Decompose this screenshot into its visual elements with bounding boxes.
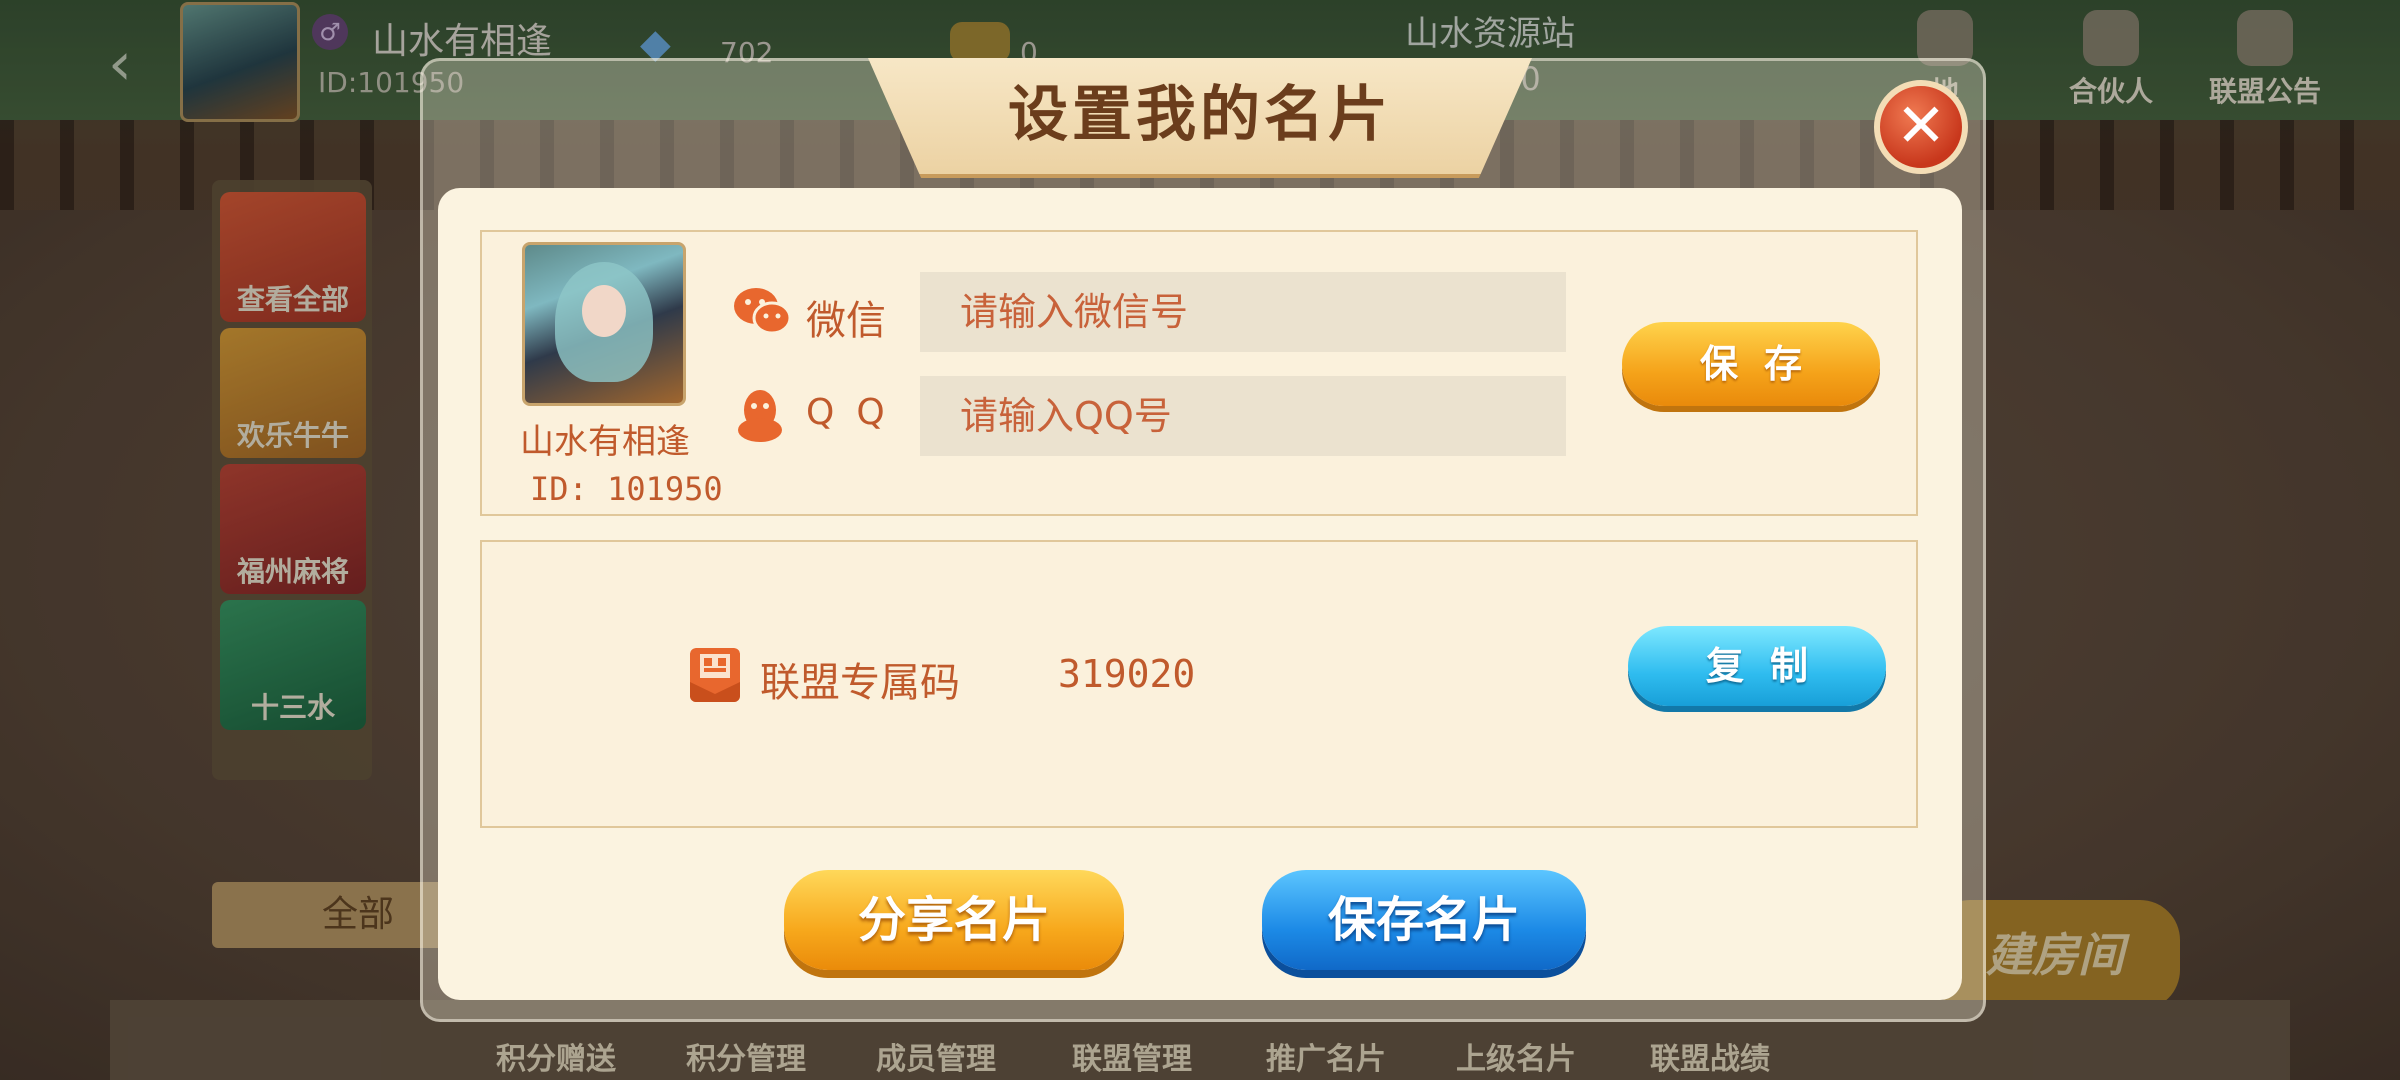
alliance-code-label: 联盟专属码 — [760, 660, 960, 706]
profile-name: 山水有相逢 — [520, 422, 690, 462]
modal-title: 设置我的名片 — [1008, 80, 1392, 150]
wechat-icon — [734, 288, 792, 335]
save-card-button[interactable]: 保存名片 — [1262, 870, 1586, 970]
close-button[interactable]: ✕ — [1874, 80, 1968, 174]
qq-label: QQ — [806, 392, 907, 433]
qq-icon — [738, 390, 782, 442]
wechat-label: 微信 — [806, 298, 886, 344]
wechat-input[interactable] — [920, 272, 1566, 352]
copy-button[interactable]: 复制 — [1628, 626, 1886, 706]
alliance-code-value: 319020 — [1058, 652, 1196, 696]
share-card-button[interactable]: 分享名片 — [784, 870, 1124, 970]
avatar-face — [582, 285, 626, 337]
qq-input[interactable] — [920, 376, 1566, 456]
profile-id: ID: 101950 — [530, 470, 723, 508]
save-button[interactable]: 保存 — [1622, 322, 1880, 406]
close-icon: ✕ — [1895, 91, 1947, 161]
qr-code-icon — [690, 648, 740, 702]
